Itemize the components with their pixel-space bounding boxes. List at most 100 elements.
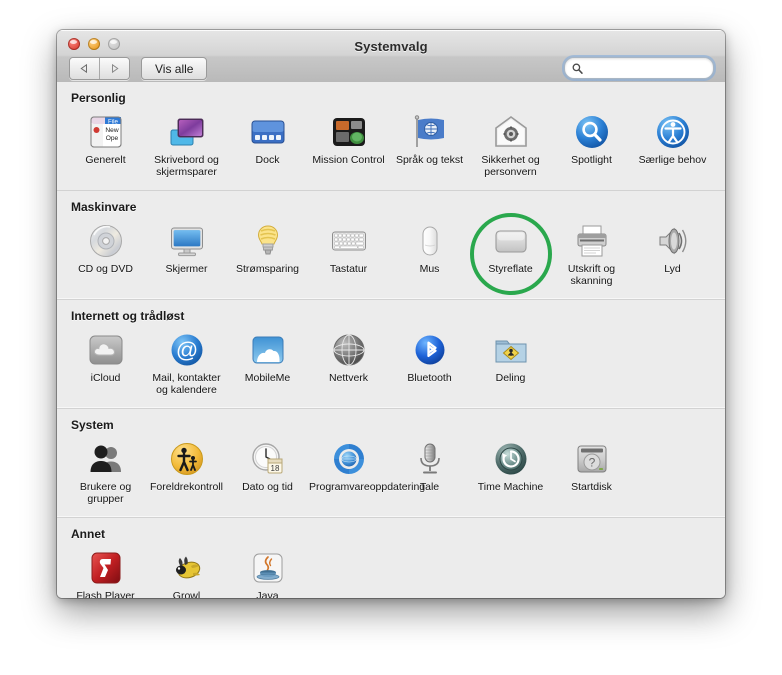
growl-icon [168, 549, 206, 587]
chevron-right-icon [112, 63, 119, 74]
section-title: Internett og trådløst [71, 309, 185, 323]
security-privacy-icon [492, 113, 530, 151]
software-update-icon [330, 440, 368, 478]
svg-text:?: ? [588, 456, 595, 470]
pref-pane-label: Mus [419, 263, 440, 275]
system-preferences-window: Systemvalg Vis alle Personlig File New O… [57, 30, 725, 598]
pref-pane-label: Dato og tid [242, 481, 293, 493]
pref-pane-mission-control[interactable]: Mission Control [308, 109, 389, 182]
trackpad-icon [492, 222, 530, 260]
language-text-icon [411, 113, 449, 151]
show-all-button[interactable]: Vis alle [141, 57, 208, 80]
preference-grid: Flash Player Growl Java [57, 545, 725, 598]
speech-icon [411, 440, 449, 478]
startup-disk-icon: ? [573, 440, 611, 478]
pref-pane-spotlight[interactable]: Spotlight [551, 109, 632, 182]
preference-section: Annet Flash Player Growl Java [57, 517, 725, 598]
svg-text:Ope: Ope [105, 135, 118, 142]
pref-pane-dock[interactable]: Dock [227, 109, 308, 182]
accessibility-icon [654, 113, 692, 151]
preference-section: Internett og trådløst iCloud @ Mail, kon… [57, 299, 725, 408]
java-icon [249, 549, 287, 587]
preferences-content: Personlig File New Ope Generelt Skrivebo… [57, 82, 725, 598]
pref-pane-growl[interactable]: Growl [146, 545, 227, 598]
date-time-icon: 18 [249, 440, 287, 478]
forward-button[interactable] [99, 58, 129, 79]
pref-pane-label: Growl [172, 590, 201, 598]
pref-pane-time-machine[interactable]: Time Machine [470, 436, 551, 509]
pref-pane-label: Mission Control [312, 154, 385, 166]
pref-pane-network[interactable]: Nettverk [308, 327, 389, 400]
window-title: Systemvalg [354, 39, 428, 54]
pref-pane-label: Skjermer [165, 263, 208, 275]
pref-pane-language-text[interactable]: Språk og tekst [389, 109, 470, 182]
section-title: System [71, 418, 114, 432]
pref-pane-energy-saver[interactable]: Strømsparing [227, 218, 308, 291]
pref-pane-keyboard[interactable]: Tastatur [308, 218, 389, 291]
pref-pane-label: Java [256, 590, 279, 598]
pref-pane-print-scan[interactable]: Utskrift og skanning [551, 218, 632, 291]
pref-pane-sharing[interactable]: Deling [470, 327, 551, 400]
pref-pane-startup-disk[interactable]: ? Startdisk [551, 436, 632, 509]
keyboard-icon [330, 222, 368, 260]
pref-pane-software-update[interactable]: Programvareoppdatering [308, 436, 425, 509]
pref-pane-label: Styreflate [488, 263, 533, 275]
pref-pane-label: MobileMe [244, 372, 291, 384]
pref-pane-label: Deling [495, 372, 526, 384]
icloud-icon [87, 331, 125, 369]
pref-pane-sound[interactable]: Lyd [632, 218, 713, 291]
svg-text:File: File [108, 118, 119, 125]
pref-pane-label: Lyd [664, 263, 681, 275]
mouse-icon [411, 222, 449, 260]
pref-pane-label: Brukere og grupper [79, 481, 132, 505]
preference-grid: File New Ope Generelt Skrivebord og skje… [57, 109, 725, 182]
pref-pane-accessibility[interactable]: Særlige behov [632, 109, 713, 182]
pref-pane-mouse[interactable]: Mus [389, 218, 470, 291]
sound-icon [654, 222, 692, 260]
section-title: Annet [71, 527, 105, 541]
pref-pane-icloud[interactable]: iCloud [65, 327, 146, 400]
window-titlebar[interactable]: Systemvalg Vis alle [57, 30, 725, 83]
preference-grid: CD og DVD Skjermer Strømsparing Tastatur… [57, 212, 725, 295]
pref-pane-users-groups[interactable]: Brukere og grupper [65, 436, 146, 509]
preference-section: Maskinvare CD og DVD Skjermer Strømspari… [57, 190, 725, 299]
toolbar: Vis alle [57, 57, 725, 82]
time-machine-icon [492, 440, 530, 478]
flash-player-icon [87, 549, 125, 587]
section-title: Maskinvare [71, 200, 137, 214]
pref-pane-speech[interactable]: Tale [389, 436, 470, 509]
search-field[interactable] [564, 57, 714, 79]
pref-pane-desktop-screensaver[interactable]: Skrivebord og skjermsparer [146, 109, 227, 182]
pref-pane-trackpad[interactable]: Styreflate [469, 212, 552, 295]
svg-text:@: @ [175, 338, 197, 363]
mail-contacts-calendars-icon: @ [168, 331, 206, 369]
navigation-segmented-control [69, 57, 130, 80]
users-groups-icon [87, 440, 125, 478]
preference-grid: Brukere og grupper Foreldrekontroll 18 D… [57, 436, 725, 509]
pref-pane-label: Foreldrekontroll [150, 481, 223, 493]
pref-pane-mobileme[interactable]: MobileMe [227, 327, 308, 400]
pref-pane-displays[interactable]: Skjermer [146, 218, 227, 291]
pref-pane-date-time[interactable]: 18 Dato og tid [227, 436, 308, 509]
network-icon [330, 331, 368, 369]
pref-pane-bluetooth[interactable]: Bluetooth [389, 327, 470, 400]
preference-section: Personlig File New Ope Generelt Skrivebo… [57, 82, 725, 190]
pref-pane-label: Tastatur [329, 263, 368, 275]
pref-pane-general[interactable]: File New Ope Generelt [65, 109, 146, 182]
search-input[interactable] [583, 62, 713, 74]
pref-pane-mail-contacts-calendars[interactable]: @ Mail, kontakter og kalendere [146, 327, 227, 400]
pref-pane-label: Tale [419, 481, 440, 493]
mission-control-icon [330, 113, 368, 151]
pref-pane-flash-player[interactable]: Flash Player [65, 545, 146, 598]
pref-pane-label: Utskrift og skanning [567, 263, 616, 287]
pref-pane-label: Særlige behov [638, 154, 707, 166]
back-button[interactable] [70, 58, 99, 79]
pref-pane-label: Startdisk [571, 481, 612, 493]
pref-pane-security-privacy[interactable]: Sikkerhet og personvern [470, 109, 551, 182]
pref-pane-label: Flash Player [76, 590, 135, 598]
pref-pane-cd-dvd[interactable]: CD og DVD [65, 218, 146, 291]
mobileme-icon [249, 331, 287, 369]
pref-pane-java[interactable]: Java [227, 545, 308, 598]
pref-pane-parental-controls[interactable]: Foreldrekontroll [146, 436, 227, 509]
pref-pane-label: CD og DVD [78, 263, 133, 275]
